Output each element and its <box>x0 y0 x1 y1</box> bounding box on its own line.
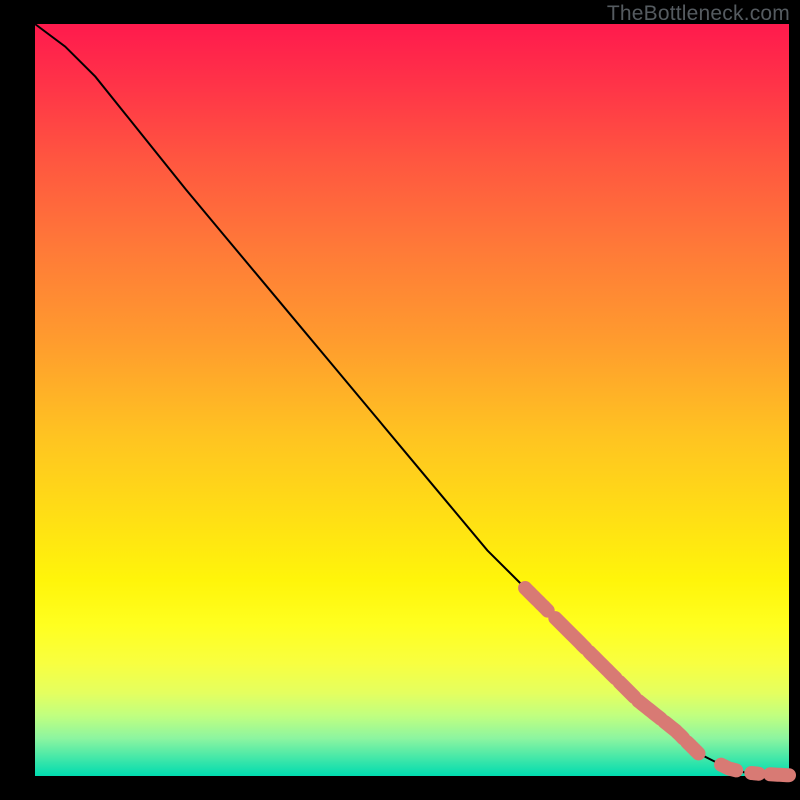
marker-segment-3 <box>619 682 634 697</box>
marker-segment-5 <box>665 722 684 739</box>
marker-segment-1 <box>555 618 585 648</box>
marker-segment-8 <box>751 773 759 774</box>
chart-frame: TheBottleneck.com <box>0 0 800 800</box>
line-series <box>35 24 789 775</box>
marker-segment-4 <box>638 701 661 719</box>
chart-svg <box>35 24 789 776</box>
watermark-text: TheBottleneck.com <box>607 2 790 26</box>
marker-segment-9 <box>770 774 789 775</box>
curve-path <box>35 24 789 775</box>
plot-area <box>35 24 789 776</box>
marker-segment-6 <box>687 742 698 753</box>
marker-segment-7 <box>721 765 736 771</box>
marker-series <box>525 588 789 775</box>
marker-segment-0 <box>525 588 548 611</box>
marker-segment-2 <box>589 652 615 678</box>
